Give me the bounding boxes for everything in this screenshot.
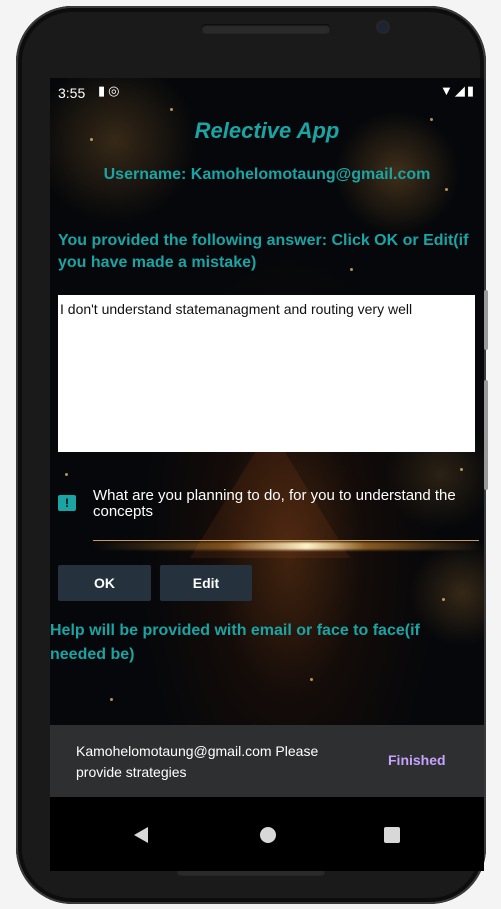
power-button [484, 290, 488, 350]
volume-button [484, 380, 488, 490]
sparkle [310, 678, 313, 681]
app-title: Relective App [194, 118, 340, 143]
status-bar: 3:55 ▮◎ ▼◢▮ [50, 78, 484, 106]
top-speaker [201, 24, 331, 34]
status-time: 3:55 [58, 85, 86, 101]
ok-button[interactable]: OK [58, 565, 151, 601]
help-text: Help will be provided with email or face… [50, 622, 420, 663]
phone-screen: 3:55 ▮◎ ▼◢▮ Relective App Username: Kamo… [50, 78, 484, 871]
answer-textarea[interactable]: I don't understand statemanagment and ro… [58, 295, 475, 452]
snackbar: Kamohelomotaung@gmail.com Please provide… [50, 725, 484, 797]
front-camera [378, 22, 388, 32]
sparkle [170, 108, 173, 111]
plan-input[interactable] [93, 540, 479, 541]
notification-icons: ▮◎ [98, 83, 123, 98]
signal-battery-icons: ▼◢▮ [439, 83, 476, 98]
plan-input-label: What are you planning to do, for you to … [93, 487, 456, 520]
sparkle [460, 468, 463, 471]
phone-frame: 3:55 ▮◎ ▼◢▮ Relective App Username: Kamo… [16, 6, 486, 904]
sparkle [65, 473, 68, 476]
recent-apps-icon[interactable] [384, 827, 400, 843]
username-label: Username: Kamohelomotaung@gmail.com [103, 166, 431, 183]
feedback-icon: ! [58, 495, 76, 511]
answer-prompt: You provided the following answer: Click… [58, 232, 469, 271]
sparkle [445, 188, 448, 191]
sparkle [442, 598, 445, 601]
home-icon[interactable] [260, 827, 276, 843]
finished-button[interactable]: Finished [388, 752, 446, 768]
navigation-bar [50, 797, 484, 871]
edit-button[interactable]: Edit [160, 565, 252, 601]
light-flare [90, 542, 484, 550]
snackbar-message: Kamohelomotaung@gmail.com Please provide… [76, 743, 319, 780]
back-icon[interactable] [134, 827, 148, 843]
sparkle [110, 698, 113, 701]
